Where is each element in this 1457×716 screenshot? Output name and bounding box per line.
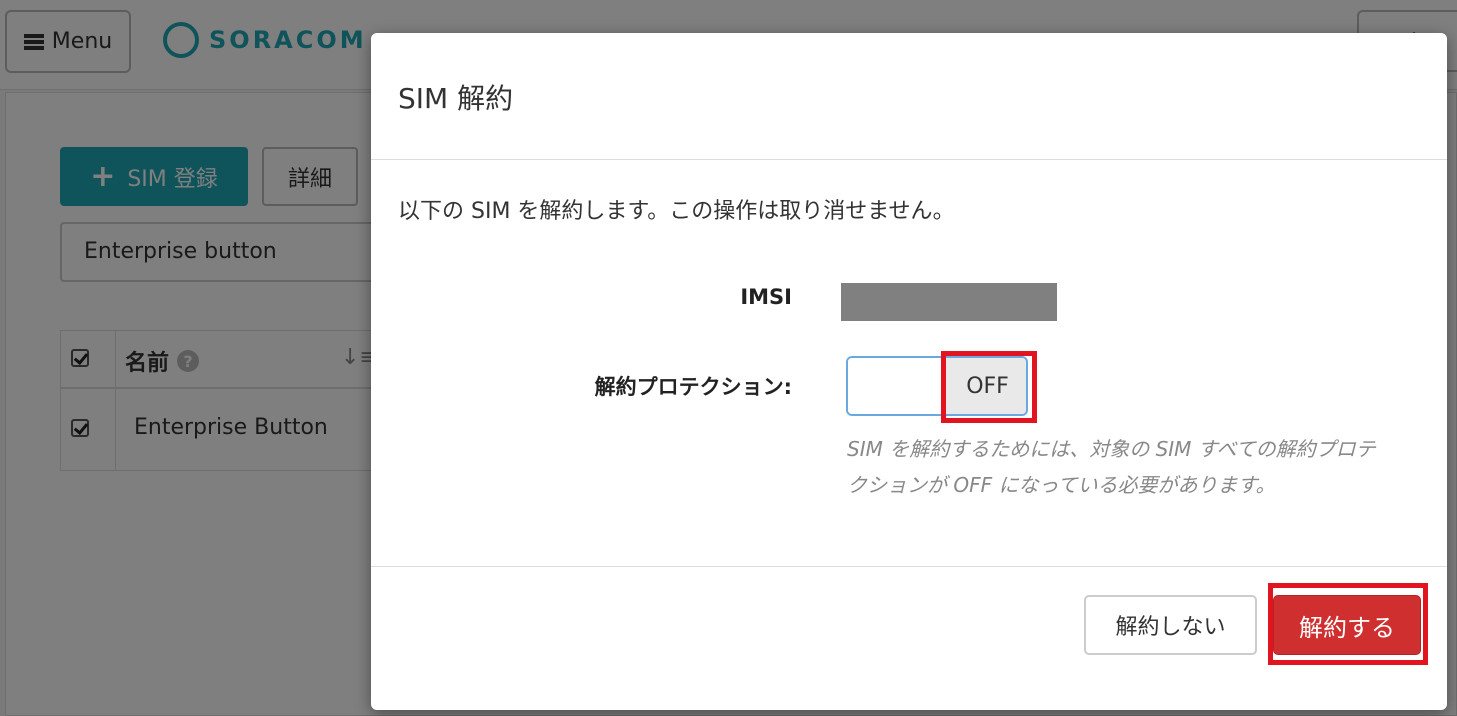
help-text-line-1: SIM を解約するためには、対象の SIM すべての解約プロテ: [847, 437, 1376, 461]
highlight-box-off: [941, 351, 1037, 423]
toggle-on-side[interactable]: [848, 358, 944, 414]
imsi-label: IMSI: [740, 285, 792, 309]
protection-help-text: SIM を解約するためには、対象の SIM すべての解約プロテ クションが OF…: [847, 431, 1427, 503]
terminate-sim-dialog: SIM 解約 以下の SIM を解約します。この操作は取り消せません。 IMSI…: [371, 33, 1447, 710]
dialog-title: SIM 解約: [398, 82, 514, 115]
protection-label: 解約プロテクション:: [594, 375, 792, 399]
cancel-button[interactable]: 解約しない: [1084, 595, 1257, 655]
dialog-header: SIM 解約: [371, 33, 1447, 160]
highlight-box-terminate: [1268, 583, 1428, 665]
help-text-line-2: クションが OFF になっている必要があります。: [847, 473, 1276, 497]
dialog-message: 以下の SIM を解約します。この操作は取り消せません。: [398, 199, 955, 224]
dialog-footer-divider: [371, 566, 1447, 567]
imsi-value-redacted: [841, 283, 1057, 321]
